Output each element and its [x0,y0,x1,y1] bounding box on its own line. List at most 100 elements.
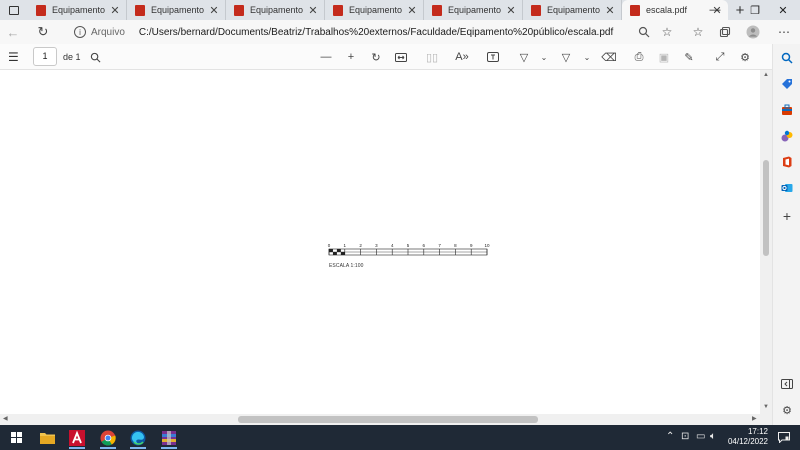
pdf-file-icon [36,4,46,16]
tab-title: Equipamento P [250,5,306,15]
page-count: de 1 [63,52,81,62]
tab-actions-menu-button[interactable] [0,0,28,20]
network-icon[interactable]: ▭ [696,431,705,442]
search-icon[interactable] [778,50,796,66]
tab-title: Equipamento P [151,5,207,15]
clock[interactable]: 17:12 04/12/2022 [722,427,768,447]
collections-icon[interactable] [715,22,735,42]
pdf-file-icon [432,4,442,16]
rotate-icon[interactable]: ↻ [367,48,385,66]
tools-icon[interactable] [778,102,796,118]
scale-tick-label: 1 [344,243,347,248]
close-icon[interactable]: ✕ [603,4,617,17]
scale-tick-label: 10 [484,243,490,248]
file-explorer-icon[interactable] [36,428,58,447]
page-number-input[interactable]: 1 [33,47,57,66]
settings-icon[interactable]: ⚙ [736,48,754,66]
pdf-file-icon [234,4,244,16]
zoom-icon[interactable] [634,22,654,42]
scale-subdivision [329,249,333,252]
close-icon[interactable]: ✕ [108,4,122,17]
minimize-button[interactable]: — [698,0,732,20]
close-window-button[interactable]: ✕ [766,0,800,20]
fit-page-icon[interactable] [392,48,410,66]
windows-taskbar: ⌃ ⊡ ▭ 🔈︎ 17:12 04/12/2022 [0,425,800,450]
scroll-down-arrow-icon[interactable]: ▼ [760,404,772,410]
address-bar-row: ← ↻ i Arquivo C:/Users/bernard/Documents… [0,20,800,44]
scale-tick-label: 7 [438,243,441,248]
scroll-up-arrow-icon[interactable]: ▲ [760,72,772,78]
show-hidden-icons-icon[interactable]: ⌃ [666,431,674,442]
winrar-icon[interactable] [158,428,180,449]
start-button[interactable] [5,428,27,447]
save-as-icon[interactable]: ✎ [680,48,698,66]
scale-tick-label: 9 [470,243,473,248]
tab-actions-icon [9,5,19,15]
add-icon[interactable]: + [778,208,796,224]
chrome-icon[interactable] [97,428,119,449]
horizontal-scroll-thumb[interactable] [238,416,538,423]
zoom-in-icon[interactable]: + [342,48,360,66]
scale-tick-label: 3 [375,243,378,248]
save-icon[interactable]: ▣ [655,48,673,66]
info-icon[interactable]: i [74,26,86,38]
find-icon[interactable] [86,48,104,66]
vertical-scroll-thumb[interactable] [763,160,769,256]
tab-strip: Equipamento P ✕ Equipamento P ✕ Equipame… [0,0,800,20]
print-icon[interactable]: ⎙ [630,48,648,66]
address-url: C:/Users/bernard/Documents/Beatriz/Traba… [138,26,614,38]
shopping-icon[interactable] [778,76,796,92]
clock-date: 04/12/2022 [727,437,768,446]
page-view-icon[interactable]: ▯▯ [423,48,441,66]
favorites-icon[interactable]: ☆ [688,22,708,42]
horizontal-scrollbar[interactable]: ◀ ▶ [0,414,772,425]
office-icon[interactable] [778,154,796,170]
hide-sidebar-icon[interactable] [778,376,796,392]
tab-4[interactable]: Equipamento P ✕ [325,0,424,20]
edge-sidebar: + ⚙ [772,44,800,425]
scale-subdivision [340,252,345,255]
scroll-left-arrow-icon[interactable]: ◀ [3,415,8,422]
autocad-icon[interactable] [66,428,88,449]
tab-2[interactable]: Equipamento P ✕ [127,0,226,20]
close-icon[interactable]: ✕ [504,4,518,17]
tab-3[interactable]: Equipamento P ✕ [226,0,325,20]
notifications-icon[interactable] [773,428,795,447]
back-button[interactable]: ← [0,20,26,44]
tab-title: Equipamento P [349,5,405,15]
scroll-right-arrow-icon[interactable]: ▶ [752,415,757,422]
scale-subdivision [332,252,337,255]
more-menu-icon[interactable]: ⋯ [774,22,794,42]
zoom-out-icon[interactable]: — [317,48,335,66]
tab-6[interactable]: Equipamento P ✕ [523,0,622,20]
add-text-icon[interactable] [484,48,502,66]
games-icon[interactable] [778,128,796,144]
tab-5[interactable]: Equipamento P ✕ [424,0,523,20]
draw-icon[interactable]: ▽ [515,48,533,66]
full-screen-icon[interactable]: ⤢ [711,48,729,66]
vertical-scrollbar[interactable]: ▲ ▼ [760,70,772,414]
erase-icon[interactable]: ⌫ [600,48,618,66]
address-input[interactable]: i Arquivo C:/Users/bernard/Documents/Bea… [64,22,684,42]
add-favorite-icon[interactable]: ☆ [657,22,677,42]
outlook-icon[interactable] [778,180,796,196]
edge-icon[interactable] [127,428,149,449]
refresh-icon: ↻ [37,24,49,39]
close-icon[interactable]: ✕ [306,4,320,17]
read-aloud-icon[interactable]: A» [453,48,471,66]
close-icon[interactable]: ✕ [405,4,419,17]
network-lock-icon[interactable]: ⊡ [681,431,689,442]
close-icon[interactable]: ✕ [207,4,221,17]
address-label: Arquivo [91,26,125,38]
chevron-down-icon[interactable]: ⌄ [539,48,549,66]
scale-bar: 0 1 2 3 4 5 6 7 8 9 10 [328,243,490,256]
chevron-down-icon[interactable]: ⌄ [582,48,592,66]
highlight-icon[interactable]: ▽ [557,48,575,66]
sidebar-settings-icon[interactable]: ⚙ [778,402,796,418]
volume-icon[interactable]: 🔈︎ [710,431,716,442]
profile-avatar[interactable] [743,22,763,42]
tab-1[interactable]: Equipamento P ✕ [28,0,127,20]
refresh-button[interactable]: ↻ [30,20,56,44]
pdf-file-icon [630,4,640,16]
contents-icon[interactable]: ☰ [8,50,19,64]
